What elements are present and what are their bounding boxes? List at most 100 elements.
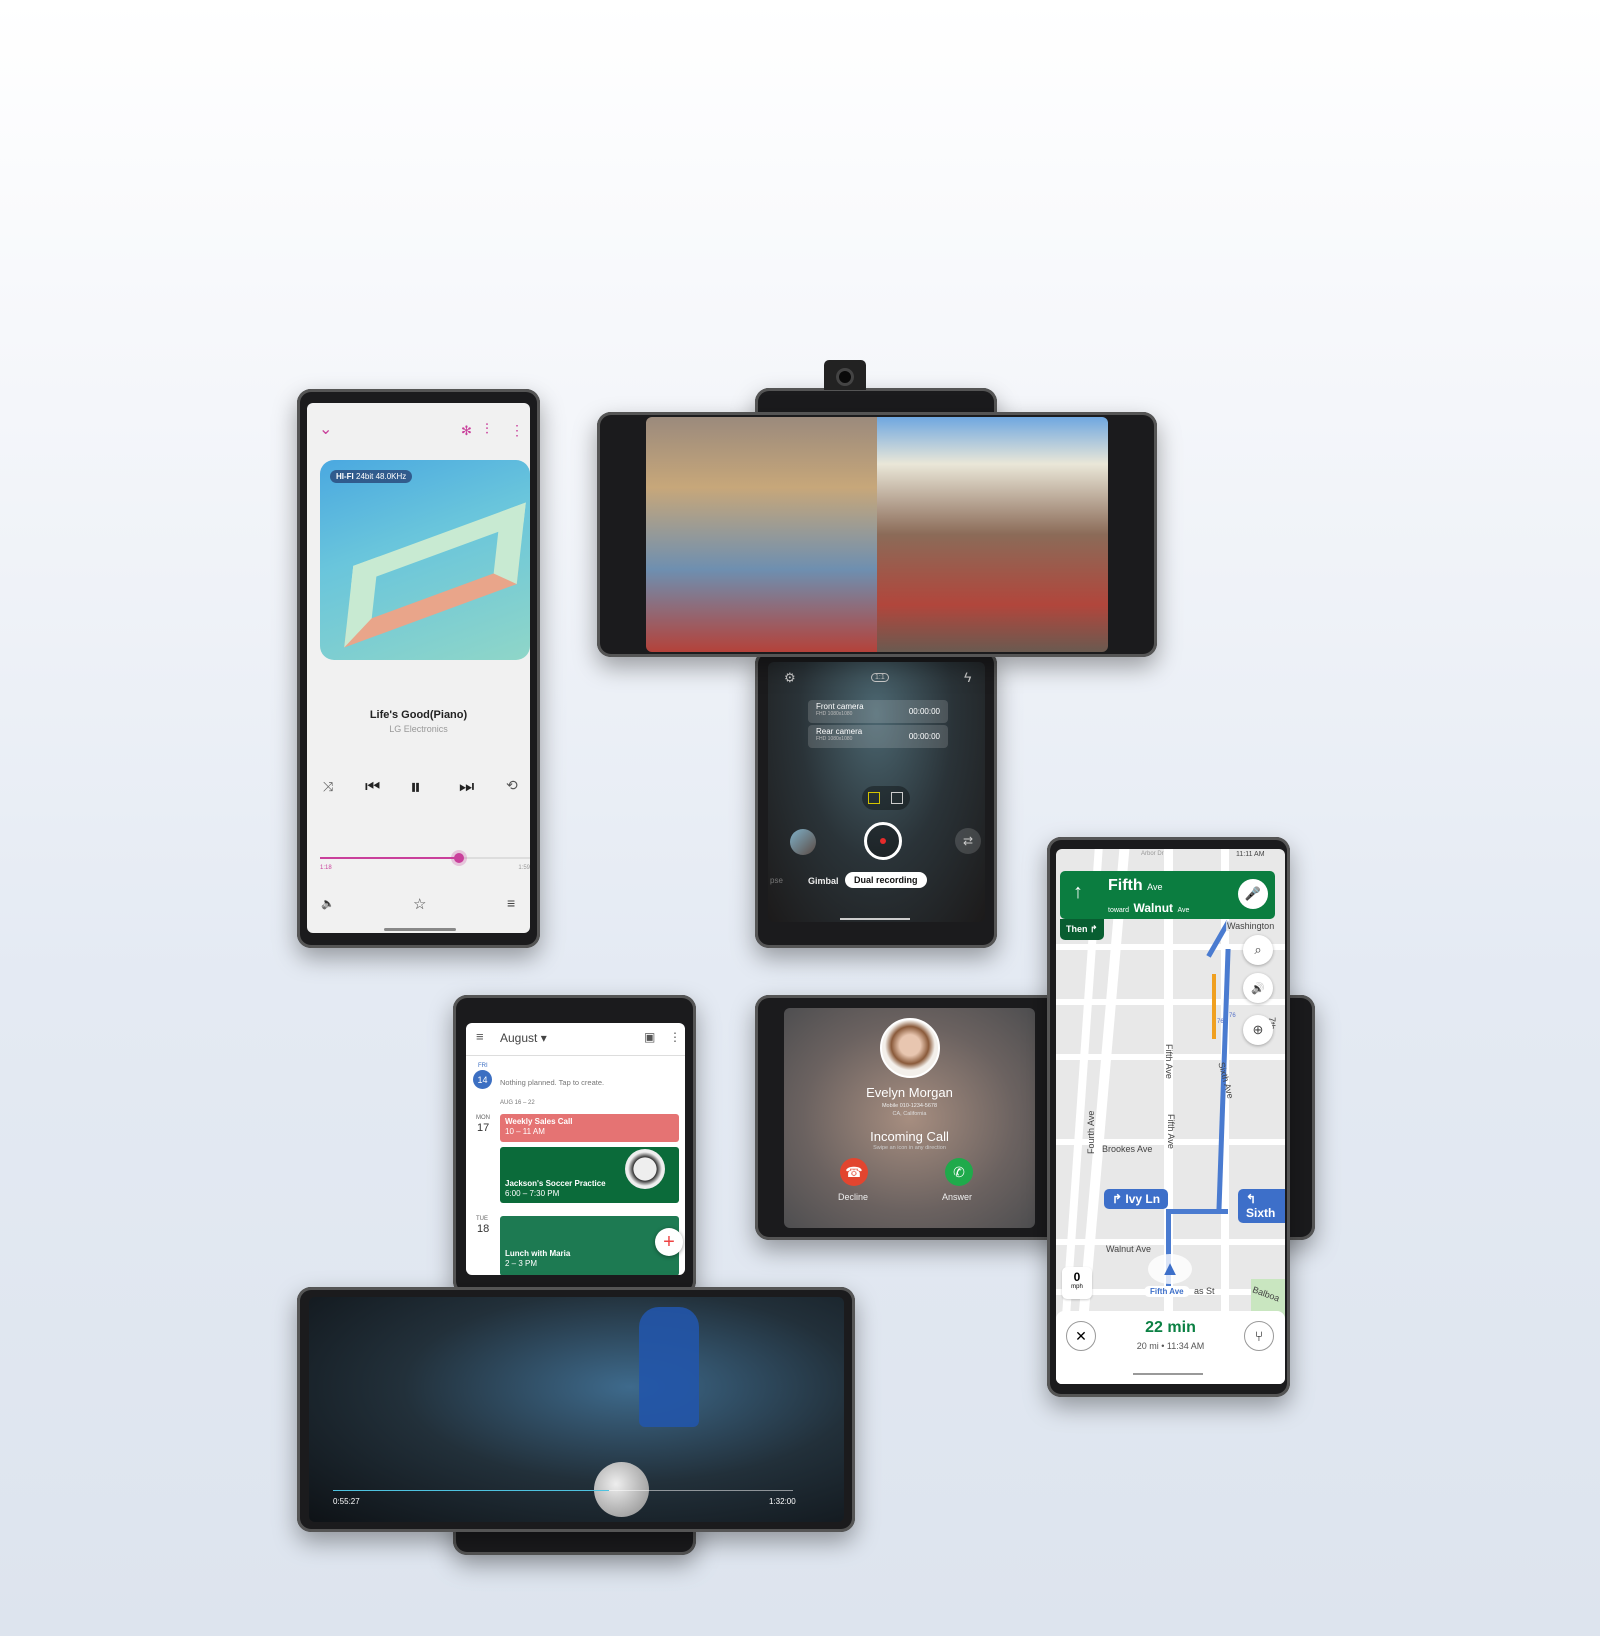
pause-icon[interactable]: ⏸ [410,774,421,800]
caller-avatar [880,1018,940,1078]
navigation-banner: ↑ Fifth Ave toward Walnut Ave 🎤 [1060,871,1275,919]
event-lunch-with-maria[interactable]: Lunch with Maria 2 – 3 PM [500,1216,679,1275]
event-weekly-sales-call[interactable]: Weekly Sales Call 10 – 11 AM [500,1114,679,1142]
calendar-screen: ≡ August ▾ ▣ ⋮ FRI 14 Nothing planned. T… [466,1023,685,1275]
today-date-badge[interactable]: 14 [473,1070,492,1089]
elapsed-time: 1:18 [320,865,332,871]
gas-station-pin[interactable]: 76 [1217,1019,1224,1025]
home-indicator [1133,1373,1203,1375]
day-date-18: 18 [477,1223,490,1235]
video-seek-fill [333,1490,609,1491]
album-art: HI-FI 24bit 48.0KHz [320,460,530,660]
mode-timelapse[interactable]: pse [770,876,783,885]
track-title: Life's Good(Piano) [369,709,468,721]
seek-bar-fill [320,853,464,863]
current-location-marker: ▲ [1148,1254,1192,1284]
add-report-icon: ⊕ [1252,1022,1264,1037]
voice-search-button[interactable]: 🎤 [1238,879,1268,909]
day-date-17: 17 [477,1122,490,1134]
gallery-thumbnail[interactable] [790,829,816,855]
sound-button[interactable]: 🔊 [1243,973,1273,1003]
maps-phone: Arbor Dr 11:11 AM Washington Fifth Ave F… [1047,837,1290,1397]
front-camera-preview [646,417,877,652]
then-turn-chip: Then ↱ [1060,919,1104,940]
header-divider [466,1055,685,1056]
ivy-ln-turn-label: ↱ Ivy Ln [1104,1189,1169,1209]
decline-label: Decline [838,1192,869,1202]
sixth-turn-label: ↰ Sixth [1238,1189,1285,1223]
rear-camera-row: Rear camera FHD 1080x1080 00:00:00 [808,725,948,748]
video-seek-bar[interactable] [333,1490,793,1491]
hang-up-icon: ☎ [845,1163,863,1180]
caller-location: CA, California [892,1111,927,1117]
speedometer: 0 mph [1062,1267,1092,1299]
month-dropdown[interactable]: August ▾ [500,1031,547,1045]
music-phone: ⌄ ✻ ⫶ ⋮ HI-FI 24bit 48.0KHz Life's Good(… [297,389,540,948]
split-layout-icon[interactable] [891,792,903,804]
event-soccer-practice[interactable]: Jackson's Soccer Practice 6:00 – 7:30 PM [500,1147,679,1203]
caller-number: Mobile 010-1234-5678 [881,1103,938,1109]
video-elapsed: 0:55:27 [333,1497,360,1506]
repeat-off-icon[interactable]: ⟲ [506,777,518,794]
mode-gimbal[interactable]: Gimbal [808,876,839,886]
seek-bar[interactable] [320,853,530,863]
alternate-routes-button[interactable]: ⑂ [1244,1321,1274,1351]
player-figure [639,1307,699,1427]
status-time: 11:11 AM [1236,851,1265,858]
answer-button[interactable]: ✆ [945,1158,973,1186]
search-icon: ⌕ [1254,942,1262,957]
chevron-down-icon[interactable]: ⌄ [319,419,332,439]
camera-top-phone [597,412,1157,657]
home-indicator [840,918,910,920]
current-street-label: Fifth Ave [1144,1286,1190,1297]
skip-previous-icon[interactable]: ⏮ [365,777,380,797]
call-hint: Swipe an icon in any direction [873,1145,946,1151]
phone-icon: ✆ [953,1163,965,1180]
day-dow-mon: MON [476,1115,490,1121]
seek-handle[interactable] [453,853,464,863]
aspect-ratio-button[interactable]: 1:1 [871,673,889,682]
camera-bottom-phone: ⚙ 1:1 ϟ Front camera FHD 1080x1080 00:00:0… [755,650,997,948]
playlist-icon[interactable]: ≡ [507,895,515,911]
volume-icon[interactable]: 🔈 [321,897,335,910]
shuffle-icon[interactable]: ⤨ [323,779,333,795]
more-vert-icon[interactable]: ⋮ [510,422,524,439]
settings-icon[interactable]: ⚙ [784,670,796,686]
home-indicator [384,928,456,931]
add-event-button[interactable]: + [655,1228,683,1256]
day-dow-tue: TUE [476,1216,488,1222]
dual-recording-preview [646,417,1108,652]
rear-camera-preview [877,417,1108,652]
trip-summary-panel: ✕ 22 min 20 mi • 11:34 AM ⑂ [1056,1311,1285,1384]
call-status: Incoming Call [870,1129,949,1144]
search-button[interactable]: ⌕ [1243,935,1273,965]
washington-street-label: Washington [1226,921,1276,931]
pip-layout-icon[interactable] [868,792,880,804]
report-button[interactable]: ⊕ [1243,1015,1273,1045]
track-artist: LG Electronics [389,724,448,734]
record-button[interactable] [864,822,902,860]
menu-icon[interactable]: ≡ [476,1029,484,1044]
front-camera-row: Front camera FHD 1080x1080 00:00:00 [808,700,948,723]
decline-button[interactable]: ☎ [840,1158,868,1186]
sparkle-icon[interactable]: ✻ [461,423,472,439]
gas-station-pin[interactable]: 76 [1229,1013,1236,1019]
music-player-screen: ⌄ ✻ ⫶ ⋮ HI-FI 24bit 48.0KHz Life's Good(… [307,403,530,933]
calendar-today-icon[interactable]: ▣ [644,1030,655,1044]
duration-time: 1:59 [518,865,530,871]
traffic-segment [1212,974,1216,1039]
layout-toggle[interactable] [862,786,910,810]
popup-camera [824,360,866,390]
flash-off-icon[interactable]: ϟ [964,669,971,685]
star-icon[interactable]: ☆ [413,895,426,913]
volume-icon: 🔊 [1251,982,1265,995]
equalizer-icon[interactable]: ⫶ [485,421,489,438]
more-vert-icon[interactable]: ⋮ [669,1030,681,1044]
switch-camera-button[interactable]: ⇄ [955,828,981,854]
nothing-planned[interactable]: Nothing planned. Tap to create. [500,1078,604,1087]
maps-screen: Arbor Dr 11:11 AM Washington Fifth Ave F… [1056,849,1285,1384]
skip-next-icon[interactable]: ⏭ [459,777,474,797]
mode-dual-recording[interactable]: Dual recording [845,872,927,888]
video-player-screen: 0:55:27 1:32:00 [309,1297,844,1522]
plus-icon: + [663,1230,675,1253]
